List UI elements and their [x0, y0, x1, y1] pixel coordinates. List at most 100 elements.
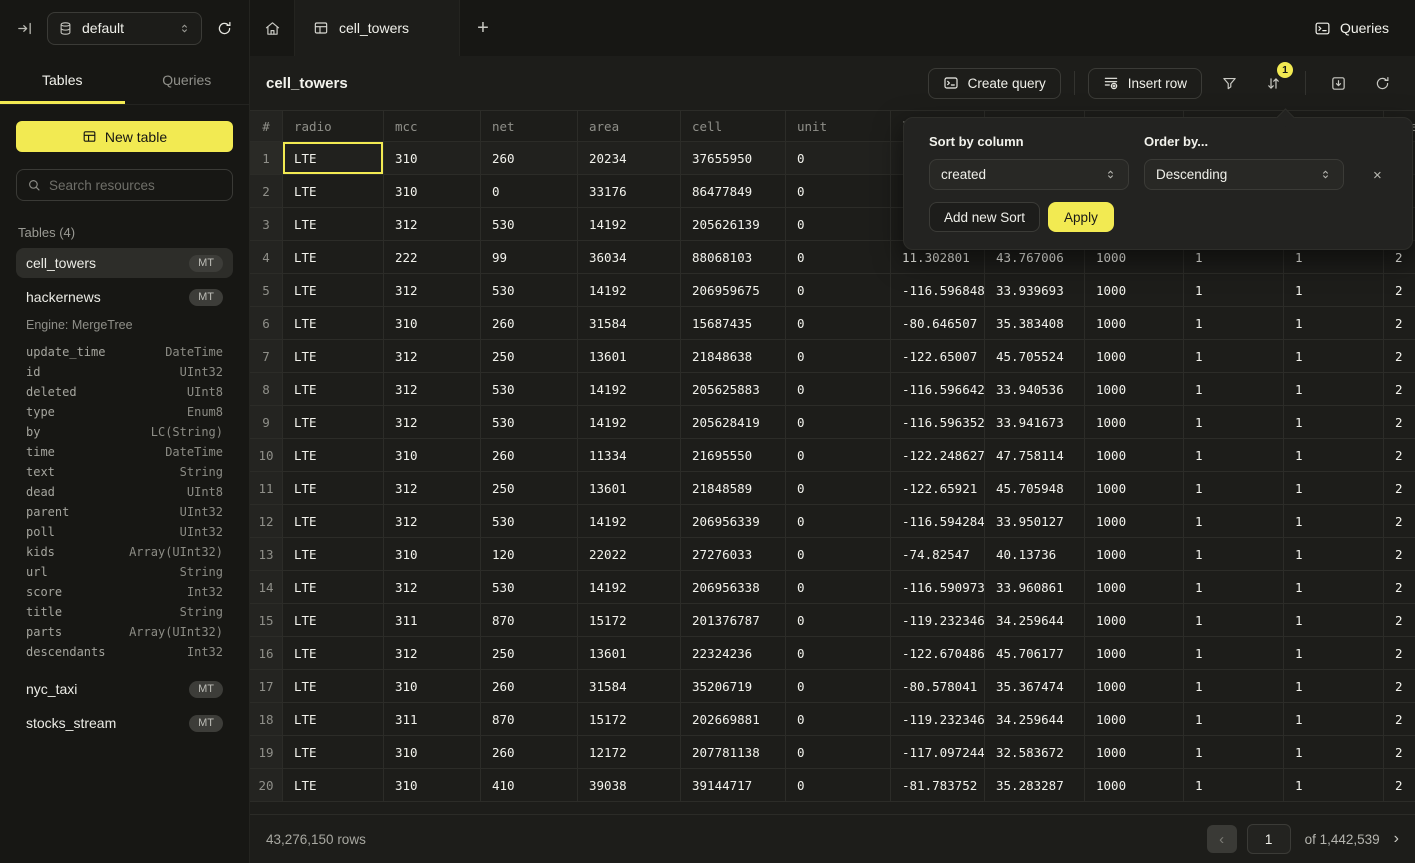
column-header-area[interactable]: area [578, 111, 681, 142]
insert-row-button[interactable]: Insert row [1088, 68, 1202, 99]
cell-samples[interactable]: 1 [1184, 340, 1284, 373]
cell-area[interactable]: 11334 [578, 439, 681, 472]
cell-radio[interactable]: LTE [283, 769, 384, 802]
cell-changeable[interactable]: 1 [1284, 604, 1384, 637]
cell-lon[interactable]: -122.248627 [891, 439, 985, 472]
cell-net[interactable]: 530 [481, 571, 578, 604]
cell-lon[interactable]: -122.65921 [891, 472, 985, 505]
cell-lon[interactable]: -119.232346 [891, 604, 985, 637]
cell-range[interactable]: 1000 [1085, 538, 1184, 571]
cell-changeable[interactable]: 1 [1284, 736, 1384, 769]
cell-net[interactable]: 260 [481, 736, 578, 769]
cell-lon[interactable]: -116.596352 [891, 406, 985, 439]
cell-net[interactable]: 260 [481, 439, 578, 472]
cell-cell[interactable]: 205626139 [681, 208, 786, 241]
cell-mcc[interactable]: 311 [384, 703, 481, 736]
cell-range[interactable]: 1000 [1085, 505, 1184, 538]
cell-created[interactable]: 2 [1384, 439, 1415, 472]
cell-radio[interactable]: LTE [283, 571, 384, 604]
cell-net[interactable]: 530 [481, 274, 578, 307]
cell-cell[interactable]: 206959675 [681, 274, 786, 307]
cell-range[interactable]: 1000 [1085, 307, 1184, 340]
cell-lat[interactable]: 34.259644 [985, 604, 1085, 637]
cell-cell[interactable]: 205625883 [681, 373, 786, 406]
cell-mcc[interactable]: 310 [384, 670, 481, 703]
cell-unit[interactable]: 0 [786, 538, 891, 571]
next-page-button[interactable]: › [1394, 830, 1399, 848]
cell-radio[interactable]: LTE [283, 307, 384, 340]
cell-samples[interactable]: 1 [1184, 406, 1284, 439]
cell-unit[interactable]: 0 [786, 703, 891, 736]
cell-net[interactable]: 250 [481, 340, 578, 373]
cell-net[interactable]: 99 [481, 241, 578, 274]
cell-unit[interactable]: 0 [786, 439, 891, 472]
cell-net[interactable]: 260 [481, 307, 578, 340]
cell-created[interactable]: 2 [1384, 274, 1415, 307]
cell-lon[interactable]: -116.596848 [891, 274, 985, 307]
cell-area[interactable]: 14192 [578, 406, 681, 439]
cell-lon[interactable]: -80.646507 [891, 307, 985, 340]
cell-mcc[interactable]: 310 [384, 538, 481, 571]
cell-area[interactable]: 15172 [578, 604, 681, 637]
cell-lat[interactable]: 33.960861 [985, 571, 1085, 604]
cell-lat[interactable]: 35.383408 [985, 307, 1085, 340]
cell-radio[interactable]: LTE [283, 670, 384, 703]
cell-changeable[interactable]: 1 [1284, 538, 1384, 571]
cell-mcc[interactable]: 310 [384, 769, 481, 802]
sort-button[interactable]: 1 [1256, 68, 1290, 99]
cell-samples[interactable]: 1 [1184, 736, 1284, 769]
cell-net[interactable]: 530 [481, 406, 578, 439]
cell-mcc[interactable]: 312 [384, 472, 481, 505]
cell-samples[interactable]: 1 [1184, 274, 1284, 307]
column-header-unit[interactable]: unit [786, 111, 891, 142]
page-number-input[interactable] [1247, 824, 1291, 854]
cell-lon[interactable]: -81.783752 [891, 769, 985, 802]
cell-cell[interactable]: 205628419 [681, 406, 786, 439]
cell-radio[interactable]: LTE [283, 373, 384, 406]
cell-created[interactable]: 2 [1384, 736, 1415, 769]
cell-cell[interactable]: 35206719 [681, 670, 786, 703]
cell-radio[interactable]: LTE [283, 274, 384, 307]
cell-mcc[interactable]: 312 [384, 340, 481, 373]
cell-cell[interactable]: 206956338 [681, 571, 786, 604]
tab-cell-towers[interactable]: cell_towers [294, 0, 460, 56]
sidebar-item-hackernews[interactable]: hackernews MT [16, 282, 233, 312]
sort-column-select[interactable]: created [929, 159, 1129, 190]
cell-samples[interactable]: 1 [1184, 373, 1284, 406]
cell-lon[interactable]: -116.590973 [891, 571, 985, 604]
cell-samples[interactable]: 1 [1184, 307, 1284, 340]
cell-cell[interactable]: 86477849 [681, 175, 786, 208]
cell-net[interactable]: 120 [481, 538, 578, 571]
remove-sort-button[interactable]: × [1373, 167, 1382, 184]
cell-changeable[interactable]: 1 [1284, 472, 1384, 505]
cell-cell[interactable]: 207781138 [681, 736, 786, 769]
cell-created[interactable]: 2 [1384, 538, 1415, 571]
cell-unit[interactable]: 0 [786, 274, 891, 307]
cell-area[interactable]: 14192 [578, 505, 681, 538]
cell-range[interactable]: 1000 [1085, 703, 1184, 736]
cell-mcc[interactable]: 312 [384, 274, 481, 307]
cell-radio[interactable]: LTE [283, 604, 384, 637]
cell-changeable[interactable]: 1 [1284, 274, 1384, 307]
cell-samples[interactable]: 1 [1184, 505, 1284, 538]
cell-changeable[interactable]: 1 [1284, 769, 1384, 802]
cell-net[interactable]: 530 [481, 373, 578, 406]
cell-cell[interactable]: 21848589 [681, 472, 786, 505]
cell-unit[interactable]: 0 [786, 406, 891, 439]
cell-radio[interactable]: LTE [283, 703, 384, 736]
cell-mcc[interactable]: 312 [384, 373, 481, 406]
cell-mcc[interactable]: 312 [384, 208, 481, 241]
row-number-header[interactable]: # [250, 111, 283, 142]
cell-unit[interactable]: 0 [786, 373, 891, 406]
refresh-databases-icon[interactable] [212, 16, 237, 41]
cell-lat[interactable]: 33.939693 [985, 274, 1085, 307]
cell-cell[interactable]: 202669881 [681, 703, 786, 736]
cell-area[interactable]: 13601 [578, 637, 681, 670]
cell-radio[interactable]: LTE [283, 637, 384, 670]
home-tab-button[interactable] [250, 0, 294, 56]
cell-mcc[interactable]: 310 [384, 439, 481, 472]
cell-unit[interactable]: 0 [786, 175, 891, 208]
cell-cell[interactable]: 21695550 [681, 439, 786, 472]
cell-samples[interactable]: 1 [1184, 571, 1284, 604]
cell-samples[interactable]: 1 [1184, 703, 1284, 736]
